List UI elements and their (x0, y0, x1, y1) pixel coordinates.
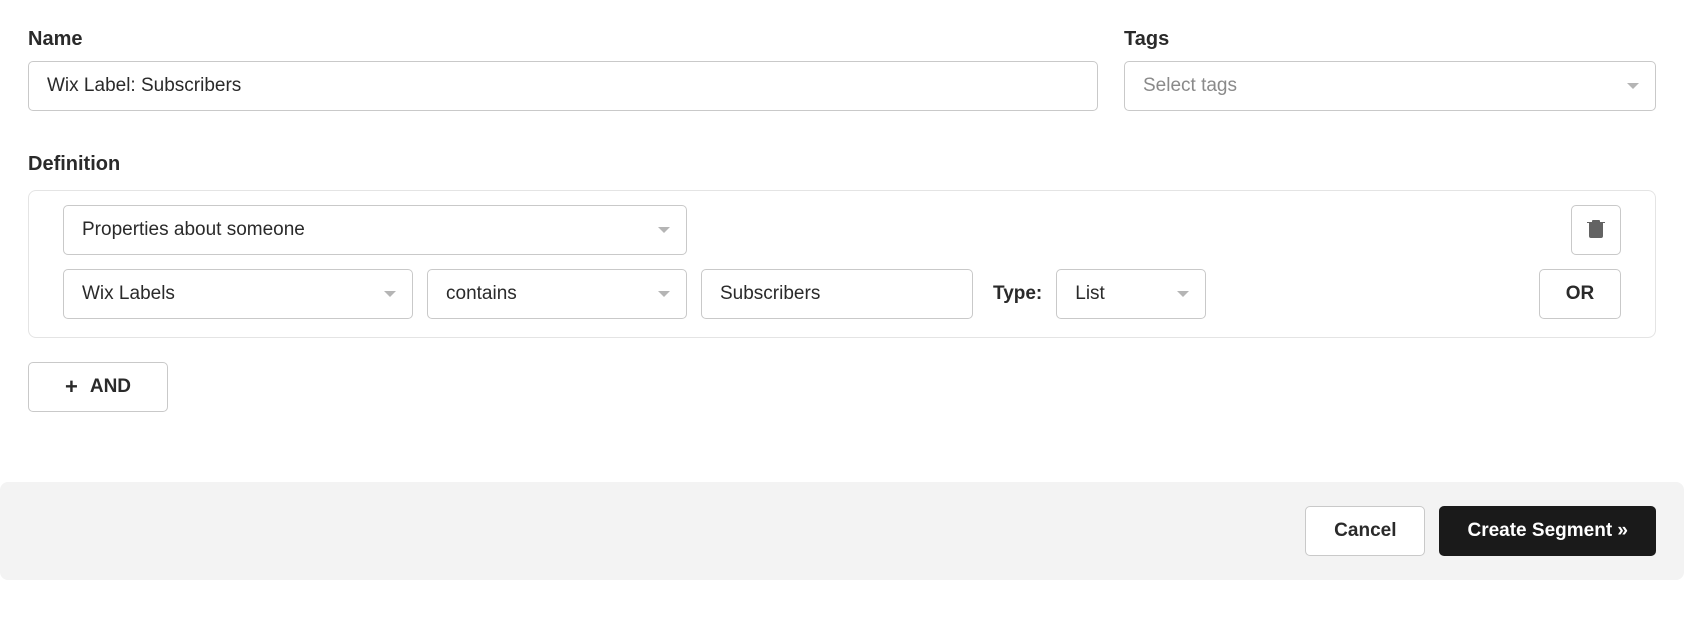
chevron-down-icon (658, 291, 670, 297)
tags-field-group: Tags Select tags (1124, 28, 1656, 111)
or-button[interactable]: OR (1539, 269, 1621, 319)
name-input[interactable] (28, 61, 1098, 111)
footer-bar: Cancel Create Segment » (0, 482, 1684, 580)
type-label: Type: (993, 283, 1042, 305)
create-segment-label: Create Segment » (1467, 520, 1628, 542)
chevron-down-icon (384, 291, 396, 297)
chevron-down-icon (658, 227, 670, 233)
operator-value: contains (446, 283, 517, 305)
cancel-button[interactable]: Cancel (1305, 506, 1425, 556)
operator-select[interactable]: contains (427, 269, 687, 319)
tags-label: Tags (1124, 28, 1656, 51)
definition-section-label: Definition (28, 153, 1656, 176)
condition-type-value: Properties about someone (82, 219, 305, 241)
chevron-down-icon (1177, 291, 1189, 297)
trash-icon (1587, 218, 1605, 243)
delete-condition-button[interactable] (1571, 205, 1621, 255)
property-value: Wix Labels (82, 283, 175, 305)
condition-type-select[interactable]: Properties about someone (63, 205, 687, 255)
plus-icon: + (65, 376, 78, 398)
property-select[interactable]: Wix Labels (63, 269, 413, 319)
tags-placeholder: Select tags (1143, 75, 1237, 97)
value-type-select[interactable]: List (1056, 269, 1206, 319)
or-label: OR (1566, 283, 1595, 305)
and-button[interactable]: + AND (28, 362, 168, 412)
tags-select[interactable]: Select tags (1124, 61, 1656, 111)
and-label: AND (90, 376, 131, 398)
name-label: Name (28, 28, 1098, 51)
chevron-down-icon (1627, 83, 1639, 89)
cancel-label: Cancel (1334, 520, 1396, 542)
value-type-value: List (1075, 283, 1105, 305)
create-segment-button[interactable]: Create Segment » (1439, 506, 1656, 556)
condition-value-input[interactable] (701, 269, 973, 319)
definition-card: Properties about someone Wix Labels cont… (28, 190, 1656, 338)
name-field-group: Name (28, 28, 1098, 111)
